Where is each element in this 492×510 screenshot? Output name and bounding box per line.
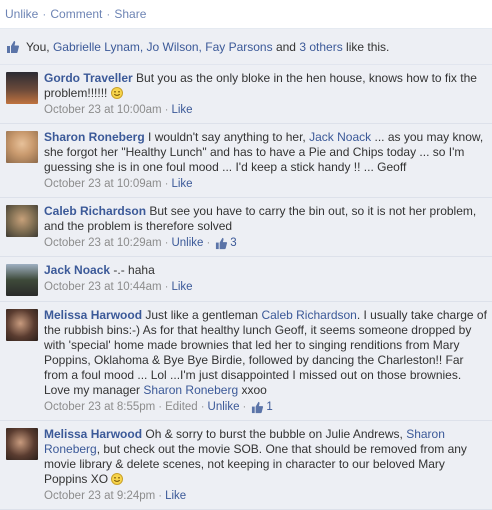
comment-item: Sharon Roneberg I wouldn't say anything … [0,124,492,198]
thumbs-up-icon [7,40,20,53]
comment-author[interactable]: Sharon Roneberg [44,130,145,144]
edited-label[interactable]: Edited [165,400,198,415]
separator: · [106,7,111,21]
comment-item: Jack Noack -.- haha October 23 at 10:44a… [0,257,492,302]
comment-link[interactable]: Comment [50,7,102,21]
comment-item: Melissa Harwood Oh & sorry to burst the … [0,421,492,510]
comment-timestamp[interactable]: October 23 at 10:29am [44,236,162,251]
comment-text: -.- haha [113,263,155,277]
comment-timestamp[interactable]: October 23 at 8:55pm [44,400,155,415]
comment-text: Just like a gentleman [145,308,259,322]
share-link[interactable]: Share [114,7,146,21]
comment-author[interactable]: Jack Noack [44,263,110,277]
thumbs-up-icon [252,401,264,414]
comment-item: Melissa Harwood Just like a gentleman Ca… [0,302,492,421]
liker-link[interactable]: Fay Parsons [205,40,272,54]
mention-link[interactable]: Jack Noack [309,130,371,144]
thumbs-up-icon [216,237,228,250]
mention-link[interactable]: Sharon Roneberg [143,383,238,397]
comment-author[interactable]: Melissa Harwood [44,308,142,322]
comment-timestamp[interactable]: October 23 at 10:44am [44,280,162,295]
liker-link[interactable]: Gabrielle Lynam, [53,40,143,54]
comment-timestamp[interactable]: October 23 at 10:00am [44,103,162,118]
likes-suffix: like this. [346,39,390,54]
comment-timestamp[interactable]: October 23 at 10:09am [44,177,162,192]
likes-you: You, [26,39,50,54]
comment-text: I wouldn't say anything to her, [148,130,306,144]
comment-timestamp[interactable]: October 23 at 9:24pm [44,489,155,504]
avatar[interactable] [6,428,38,460]
like-link[interactable]: Like [171,177,192,192]
like-link[interactable]: Like [171,280,192,295]
avatar[interactable] [6,264,38,296]
comment-item: Caleb Richardson But see you have to car… [0,198,492,257]
like-link[interactable]: Like [165,489,186,504]
avatar[interactable] [6,309,38,341]
separator: · [42,7,47,21]
mention-link[interactable]: Caleb Richardson [261,308,356,322]
smiley-icon [111,473,124,485]
avatar[interactable] [6,72,38,104]
like-count[interactable]: 3 [230,236,236,251]
others-link[interactable]: 3 others [299,40,342,54]
post-actions-bar: Unlike · Comment · Share [0,0,492,29]
comment-author[interactable]: Gordo Traveller [44,71,133,85]
comment-author[interactable]: Caleb Richardson [44,204,146,218]
avatar[interactable] [6,131,38,163]
comment-item: Gordo Traveller But you as the only blok… [0,65,492,124]
comment-text: xxoo [241,383,267,397]
likes-summary: You, Gabrielle Lynam, Jo Wilson, Fay Par… [0,29,492,65]
likes-and: and [275,39,296,54]
comments-list: Gordo Traveller But you as the only blok… [0,65,492,510]
comment-thread: Unlike · Comment · Share You, Gabrielle … [0,0,492,510]
comment-author[interactable]: Melissa Harwood [44,427,142,441]
smiley-icon [110,87,123,99]
unlike-link[interactable]: Unlike [208,400,240,415]
like-link[interactable]: Like [171,103,192,118]
comment-text: Oh & sorry to burst the bubble on Julie … [145,427,403,441]
comment-text: , but check out the movie SOB. One that … [44,442,467,486]
unlike-link[interactable]: Unlike [5,7,38,21]
unlike-link[interactable]: Unlike [171,236,203,251]
like-count[interactable]: 1 [266,400,272,415]
avatar[interactable] [6,205,38,237]
liker-link[interactable]: Jo Wilson, [147,40,202,54]
